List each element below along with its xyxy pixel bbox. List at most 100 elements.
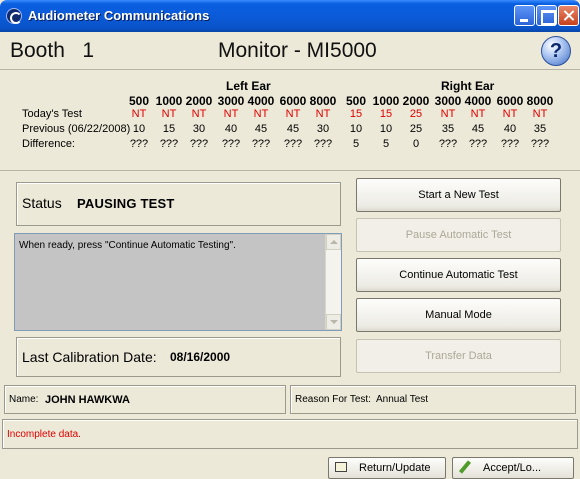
continue-automatic-test-button[interactable]: Continue Automatic Test [356, 258, 561, 292]
left-freq-header: 8000 [309, 94, 337, 108]
accept-label: Accept/Lo... [483, 462, 542, 474]
message-scrollbar[interactable] [325, 234, 341, 330]
left-ear-value: NT [191, 108, 207, 120]
name-panel: Name: JOHN HAWKWA [4, 385, 286, 414]
left-ear-value: NT [285, 108, 301, 120]
header: Booth 1 Monitor - MI5000 ? [0, 32, 580, 70]
pause-automatic-test-button[interactable]: Pause Automatic Test [356, 218, 561, 252]
return-update-button[interactable]: Return/Update [328, 457, 446, 479]
right-ear-value: NT [532, 108, 548, 120]
monitor-label: Monitor - MI5000 [218, 39, 377, 62]
left-ear-value: 45 [254, 123, 268, 135]
left-freq-header: 1000 [155, 94, 183, 108]
right-ear-value: 15 [349, 108, 363, 120]
left-ear-value: ??? [313, 138, 333, 150]
right-ear-value: NT [502, 108, 518, 120]
accept-button[interactable]: Accept/Lo... [452, 457, 574, 479]
audiogram-row: Today's Test NT NT NT NT NT NT NT 15 15 25 NT NT NT NT [0, 108, 580, 122]
right-freq-header: 3000 [434, 94, 462, 108]
left-ear-value: ??? [129, 138, 149, 150]
minimize-button[interactable] [514, 5, 535, 26]
right-ear-value: 5 [352, 138, 360, 150]
left-freq-header: 2000 [185, 94, 213, 108]
left-ear-value: ??? [251, 138, 271, 150]
calibration-panel: Last Calibration Date: 08/16/2000 [16, 337, 341, 377]
right-ear-value: 0 [412, 138, 420, 150]
row-label: Difference: [22, 138, 75, 150]
booth-label: Booth 1 [10, 39, 95, 62]
start-new-test-button[interactable]: Start a New Test [356, 178, 561, 212]
audiogram-row: Previous (06/22/2008) 10 15 30 40 45 45 30 10 10 2… [0, 123, 580, 137]
audiogram-row: Difference:????????????????????? 5 5 0?????… [0, 138, 580, 152]
maximize-button[interactable] [536, 5, 557, 26]
status-value: PAUSING TEST [77, 196, 175, 211]
left-freq-header: 4000 [247, 94, 275, 108]
left-ear-value: 15 [162, 123, 176, 135]
return-label: Return/Update [359, 462, 431, 474]
reason-value: Annual Test [376, 394, 429, 405]
right-ear-value: 15 [379, 108, 393, 120]
manual-mode-button[interactable]: Manual Mode [356, 298, 561, 332]
error-text: Incomplete data. [7, 429, 81, 440]
right-ear-value: 40 [503, 123, 517, 135]
right-ear-value: 45 [471, 123, 485, 135]
right-freq-header: 4000 [464, 94, 492, 108]
row-label: Previous (06/22/2008) [22, 123, 131, 135]
status-panel: Status PAUSING TEST [16, 182, 341, 226]
right-ear-value: 35 [441, 123, 455, 135]
left-ear-value: 45 [286, 123, 300, 135]
right-ear-value: NT [470, 108, 486, 120]
left-ear-value: NT [161, 108, 177, 120]
scroll-up-icon[interactable] [326, 234, 341, 250]
right-ear-value: 35 [533, 123, 547, 135]
right-ear-value: ??? [438, 138, 458, 150]
message-text: When ready, press "Continue Automatic Te… [19, 240, 236, 251]
left-ear-value: NT [223, 108, 239, 120]
left-freq-header: 3000 [217, 94, 245, 108]
left-ear-value: ??? [159, 138, 179, 150]
left-ear-value: ??? [189, 138, 209, 150]
close-button[interactable] [558, 5, 579, 26]
calibration-label: Last Calibration Date: [22, 349, 157, 365]
left-ear-value: NT [253, 108, 269, 120]
help-icon[interactable]: ? [541, 36, 571, 66]
right-freq-header: 1000 [372, 94, 400, 108]
title-bar: Audiometer Communications [0, 0, 580, 32]
reason-panel: Reason For Test: Annual Test [290, 385, 576, 414]
right-ear-value: NT [440, 108, 456, 120]
right-ear-value: ??? [500, 138, 520, 150]
frequency-header-row: 500 500 1000 1000 2000 2000 3000 3000 4000 4000 60… [0, 94, 580, 108]
right-ear-value: 25 [409, 123, 423, 135]
reason-label: Reason For Test: [295, 394, 371, 405]
left-ear-value: 30 [316, 123, 330, 135]
left-freq-header: 6000 [279, 94, 307, 108]
scroll-down-icon[interactable] [326, 314, 341, 330]
right-ear-value: ??? [530, 138, 550, 150]
right-ear-value: 25 [409, 108, 423, 120]
right-freq-header: 2000 [402, 94, 430, 108]
right-freq-header: 8000 [526, 94, 554, 108]
left-ear-value: NT [315, 108, 331, 120]
row-label: Today's Test [22, 108, 82, 120]
left-ear-value: 30 [192, 123, 206, 135]
name-label: Name: [9, 394, 39, 405]
left-ear-value: NT [131, 108, 147, 120]
right-ear-heading: Right Ear [441, 79, 495, 93]
left-ear-value: 10 [132, 123, 146, 135]
left-ear-heading: Left Ear [226, 79, 271, 93]
right-ear-value: 10 [349, 123, 363, 135]
app-icon [6, 8, 22, 24]
left-ear-value: 40 [224, 123, 238, 135]
right-freq-header: 500 [345, 94, 367, 108]
error-panel: Incomplete data. [2, 419, 578, 449]
right-ear-value: 5 [382, 138, 390, 150]
right-ear-value: 10 [379, 123, 393, 135]
transfer-data-button[interactable]: Transfer Data [356, 339, 561, 373]
status-label: Status [22, 195, 62, 211]
return-icon [335, 462, 347, 472]
left-freq-header: 500 [128, 94, 150, 108]
patient-name: JOHN HAWKWA [45, 394, 130, 406]
right-ear-value: ??? [468, 138, 488, 150]
audiogram-table: Left Ear Right Ear 500 500 1000 1000 2000 200… [0, 71, 580, 171]
message-area[interactable]: When ready, press "Continue Automatic Te… [14, 233, 342, 331]
